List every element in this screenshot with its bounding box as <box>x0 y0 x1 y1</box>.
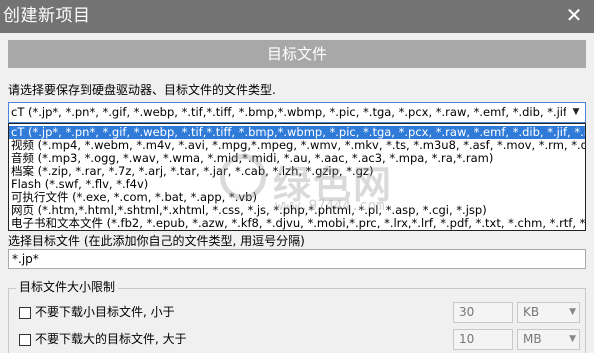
max-size-unit-value: MB <box>523 332 542 346</box>
dropdown-option-images[interactable]: cT (*.jp*, *.pn*, *.gif, *.webp, *.tif,*… <box>9 126 585 139</box>
custom-filter-input[interactable] <box>8 249 586 269</box>
chevron-down-icon[interactable]: ▼ <box>569 330 576 349</box>
file-type-select[interactable]: cT (*.jp*, *.pn*, *.gif, *.webp, *.tif,*… <box>8 102 586 123</box>
file-type-dropdown-list: cT (*.jp*, *.pn*, *.gif, *.webp, *.tif,*… <box>8 123 586 231</box>
min-size-unit-select[interactable]: KB ▼ <box>517 302 580 323</box>
chevron-down-icon[interactable]: ▼ <box>569 104 583 121</box>
file-type-selected-value: cT (*.jp*, *.pn*, *.gif, *.webp, *.tif,*… <box>11 105 566 119</box>
file-type-prompt: 请选择要保存到硬盘驱动器、目标文件的文件类型. <box>8 83 276 97</box>
max-size-checkbox[interactable] <box>19 334 31 346</box>
dropdown-option-flash[interactable]: Flash (*.swf, *.flv, *.f4v) <box>9 178 585 191</box>
min-size-checkbox[interactable] <box>19 307 31 319</box>
min-size-label: 不要下载小目标文件, 小于 <box>35 305 175 319</box>
max-size-unit-select[interactable]: MB ▼ <box>517 329 580 350</box>
window-title: 创建新项目 <box>3 6 91 26</box>
dropdown-option-archives[interactable]: 档案 (*.zip, *.rar, *.7z, *.arj, *.tar, *.… <box>9 165 585 178</box>
custom-filter-label: 选择目标文件 (在此添加你自己的文件类型, 用逗号分隔) <box>8 234 305 248</box>
dropdown-option-executables[interactable]: 可执行文件 (*.exe, *.com, *.bat, *.app, *.vb) <box>9 191 585 204</box>
close-icon[interactable]: ✕ <box>562 2 586 28</box>
dropdown-option-ebooks[interactable]: 电子书和文本文件 (*.fb2, *.epub, *.azw, *.kf8, *… <box>9 217 585 230</box>
max-size-label: 不要下载大的目标文件, 大于 <box>35 332 187 346</box>
max-size-input[interactable]: 10 <box>453 329 513 350</box>
create-project-dialog: 创建新项目 ✕ 目标文件 请选择要保存到硬盘驱动器、目标文件的文件类型. cT … <box>0 0 594 353</box>
chevron-down-icon[interactable]: ▼ <box>569 303 576 322</box>
size-limits-title: 目标文件大小限制 <box>16 280 119 295</box>
title-bar: 创建新项目 ✕ <box>0 0 594 33</box>
dropdown-option-video[interactable]: 视频 (*.mp4, *.webm, *.m4v, *.avi, *.mpg,*… <box>9 139 585 152</box>
dropdown-option-audio[interactable]: 音频 (*.mp3, *.ogg, *.wav, *.wma, *.mid,*.… <box>9 152 585 165</box>
section-header: 目标文件 <box>8 40 586 68</box>
min-size-unit-value: KB <box>523 305 540 319</box>
dropdown-option-webpages[interactable]: 网页 (*.htm,*.html,*.shtml,*.xhtml, *.css,… <box>9 204 585 217</box>
min-size-input[interactable]: 30 <box>453 302 513 323</box>
